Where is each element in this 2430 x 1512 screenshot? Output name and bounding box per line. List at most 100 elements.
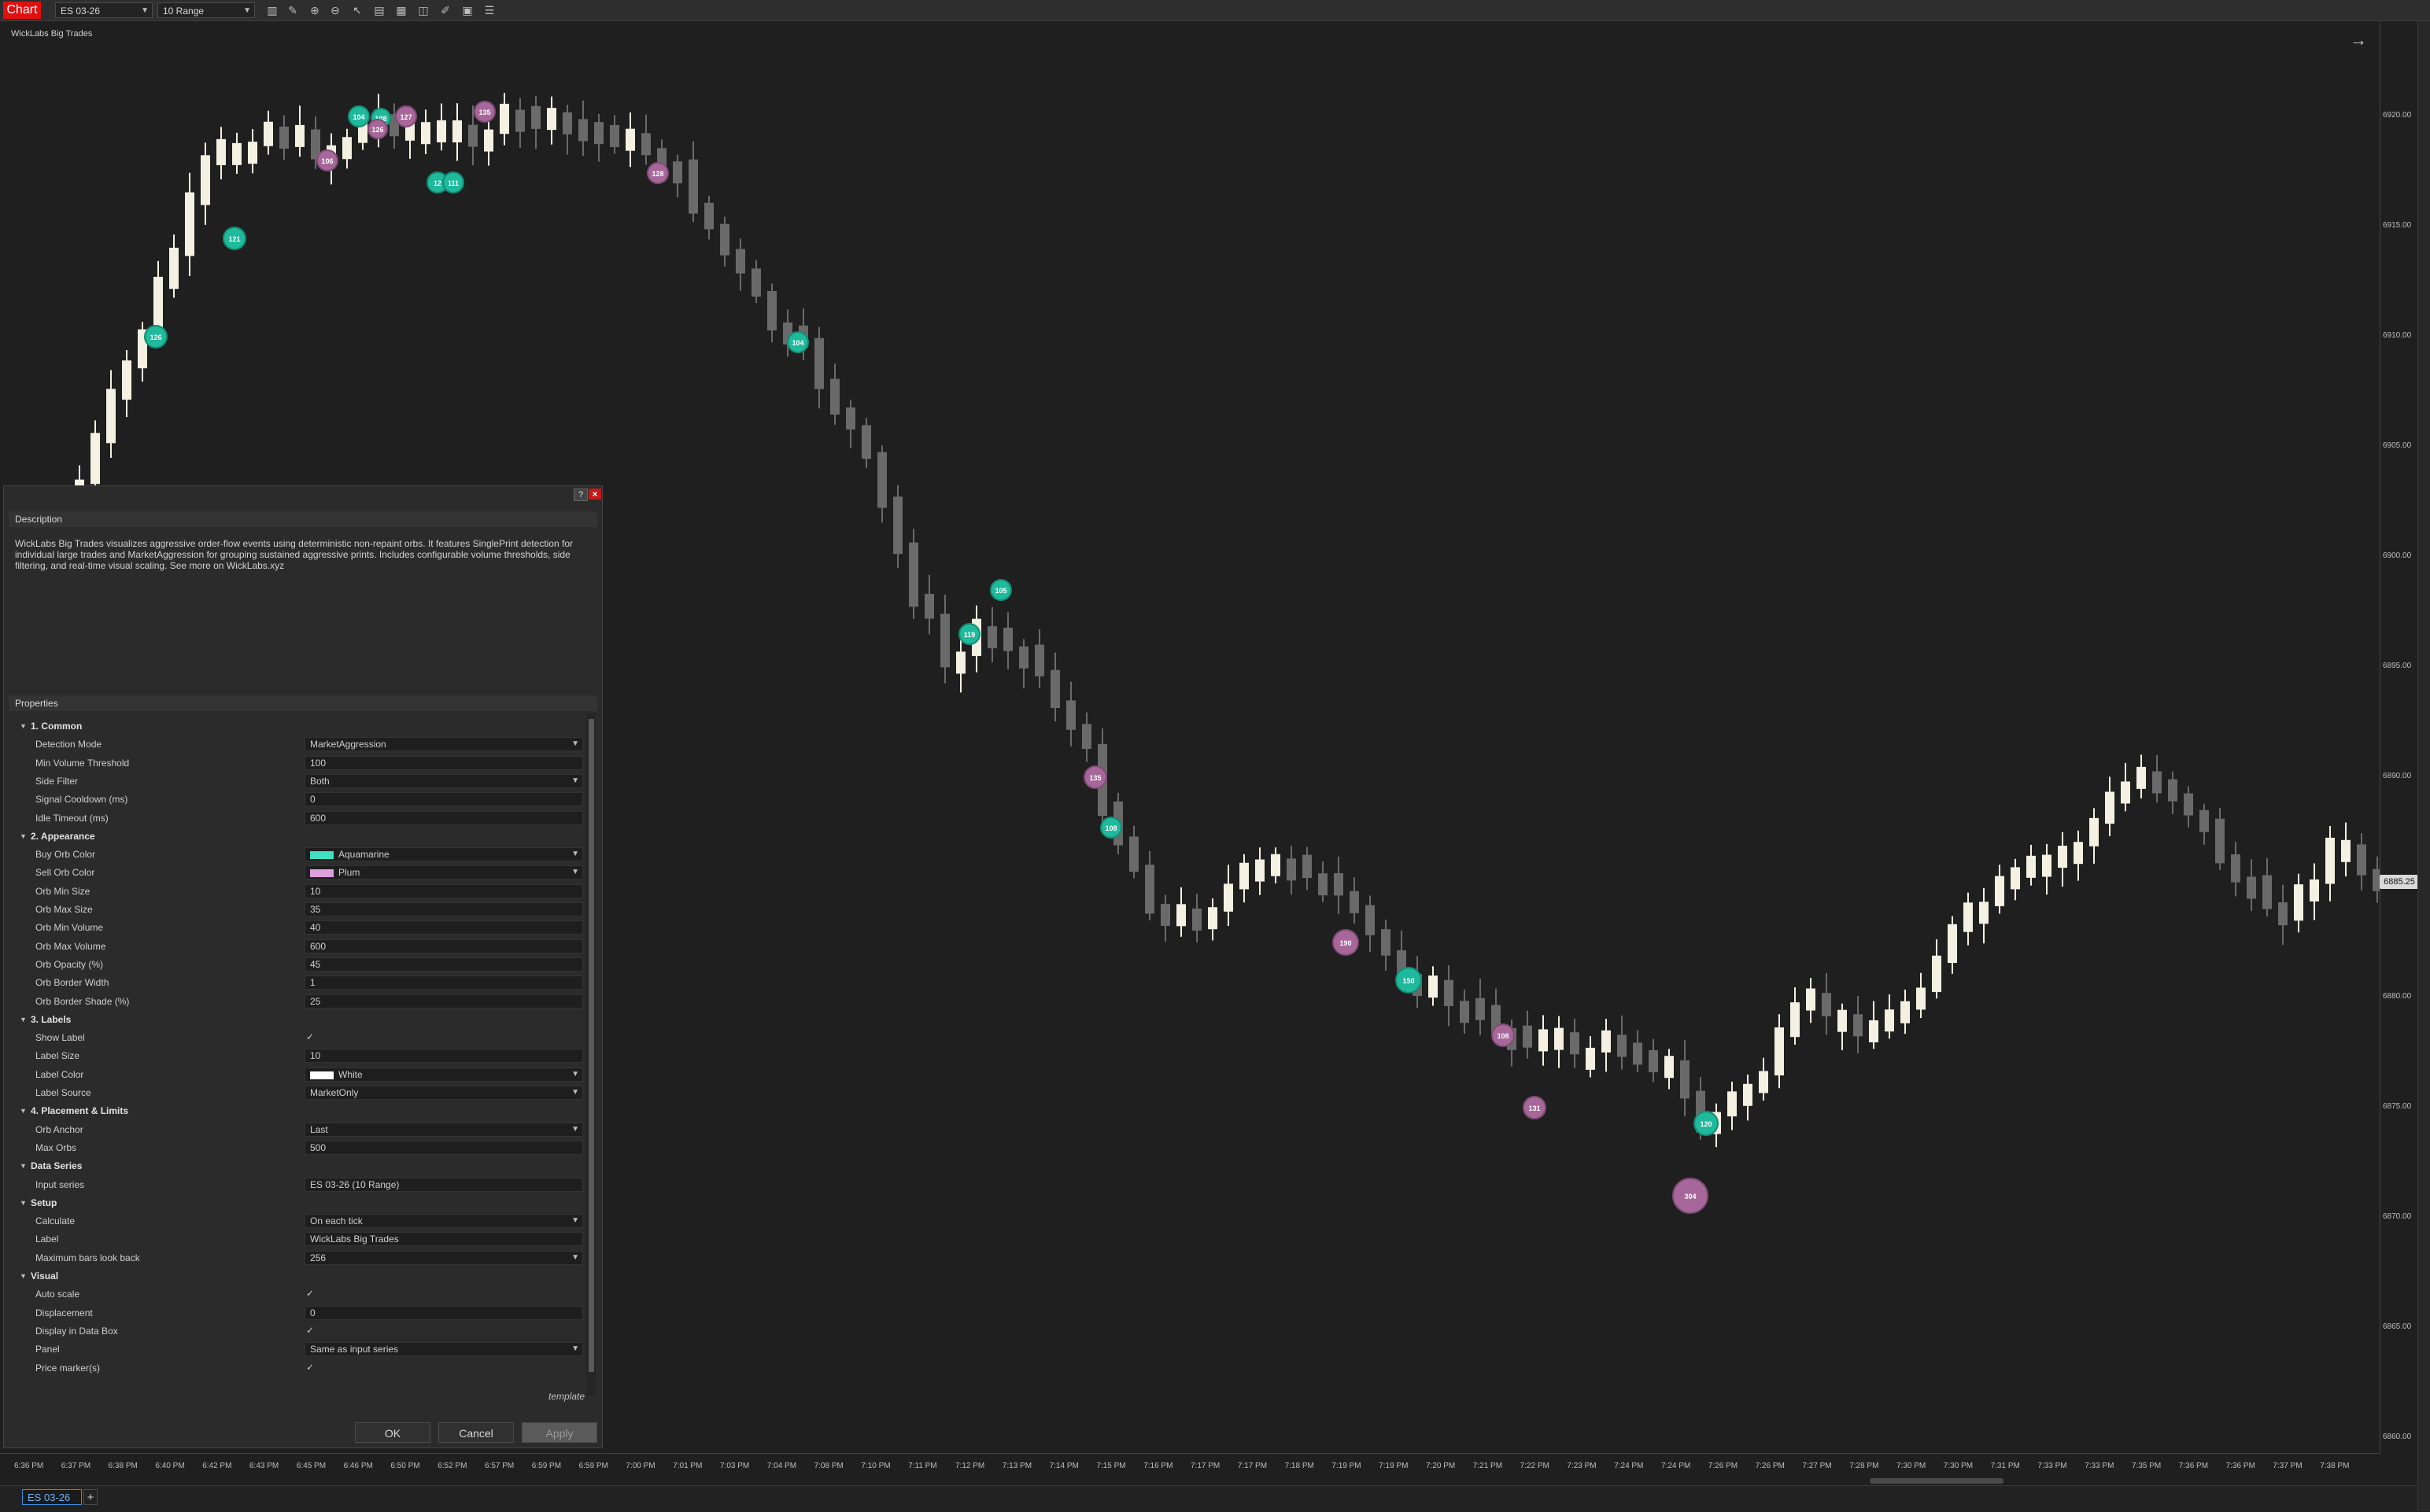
property-category[interactable]: ▼ Visual [10,1267,583,1285]
add-tab-button[interactable]: + [83,1489,98,1505]
candle [1586,1047,1595,1070]
collapse-icon[interactable]: ▼ [20,1011,27,1028]
price-label: 6910.00 [2383,331,2412,340]
close-icon[interactable]: × [589,489,601,500]
property-category[interactable]: ▼ 3. Labels [10,1011,583,1028]
time-label: 7:19 PM [1331,1462,1361,1470]
property-input[interactable]: 600 [305,810,583,825]
time-label: 7:24 PM [1614,1462,1644,1470]
collapse-icon[interactable]: ▼ [20,1267,27,1285]
series-tab[interactable]: ES 03-26 [22,1489,82,1505]
property-input[interactable]: 10 [305,1049,583,1064]
property-label: Max Orbs [35,1141,77,1153]
cancel-button[interactable]: Cancel [438,1422,514,1443]
apply-button[interactable]: Apply [522,1422,597,1443]
candle [1932,955,1941,993]
candle [877,452,887,508]
time-label: 6:52 PM [438,1462,467,1470]
collapse-icon[interactable]: ▼ [20,1102,27,1119]
candle [201,155,210,205]
collapse-icon[interactable]: ▼ [20,717,27,735]
property-dropdown[interactable]: MarketAggression ▼ [305,737,583,752]
candle [1617,1034,1627,1057]
property-row: Label WickLabs Big Trades [10,1230,583,1248]
arrow-right-icon[interactable]: → [2350,30,2367,50]
candle [1129,836,1139,872]
property-dropdown[interactable]: Last ▼ [305,1122,583,1137]
property-input[interactable]: 1 [305,975,583,990]
property-input[interactable]: 10 [305,883,583,898]
orb-label: 120 [1700,1120,1712,1128]
candle [1523,1025,1532,1048]
time-label: 7:16 PM [1143,1462,1173,1470]
time-label: 7:08 PM [814,1462,844,1470]
property-checkbox[interactable]: ✓ [305,1361,316,1375]
price-label: 6875.00 [2383,1102,2412,1111]
template-link[interactable]: template [548,1391,585,1402]
ok-button[interactable]: OK [355,1422,430,1443]
property-row: Orb Min Size 10 [10,883,583,900]
candle [1192,908,1202,931]
collapse-icon[interactable]: ▼ [20,1157,27,1175]
property-checkbox[interactable]: ✓ [305,1031,316,1045]
property-input[interactable]: 35 [305,902,583,916]
time-label: 7:27 PM [1802,1462,1832,1470]
property-category[interactable]: ▼ 1. Common [10,717,583,735]
property-dropdown[interactable]: White ▼ [305,1067,583,1082]
property-dropdown[interactable]: 256 ▼ [305,1250,583,1265]
candle [940,614,950,668]
property-dropdown[interactable]: MarketOnly ▼ [305,1086,583,1100]
candle [2310,879,2319,902]
property-input[interactable]: 0 [305,792,583,807]
property-checkbox[interactable]: ✓ [305,1287,316,1301]
horizontal-scrollbar[interactable] [1870,1478,2003,1484]
candle [2278,902,2288,926]
orb-label: 105 [995,587,1006,595]
property-input[interactable]: 600 [305,939,583,953]
collapse-icon[interactable]: ▼ [20,1194,27,1211]
time-label: 7:31 PM [1990,1462,2020,1470]
orb-label: 126 [371,126,383,134]
candle [1633,1042,1642,1065]
property-row: Idle Timeout (ms) 600 [10,809,583,827]
properties-scroll-thumb[interactable] [589,719,594,1372]
time-label: 7:19 PM [1379,1462,1409,1470]
property-label: Input series [35,1178,85,1190]
property-category[interactable]: ▼ Setup [10,1194,583,1211]
property-category[interactable]: ▼ 4. Placement & Limits [10,1102,583,1119]
property-input[interactable]: ES 03-26 (10 Range) [305,1177,583,1192]
property-dropdown[interactable]: Aquamarine ▼ [305,847,583,862]
property-input[interactable]: 45 [305,957,583,972]
color-swatch [310,1071,334,1079]
time-label: 6:37 PM [61,1462,91,1470]
property-dropdown[interactable]: On each tick ▼ [305,1214,583,1229]
time-label: 7:04 PM [766,1462,797,1470]
price-axis[interactable] [2380,21,2418,1453]
candle [1790,1002,1800,1038]
property-row: Buy Orb Color Aquamarine ▼ [10,846,583,863]
category-label: 3. Labels [31,1013,72,1025]
property-category[interactable]: ▼ Data Series [10,1157,583,1175]
property-dropdown[interactable]: Both ▼ [305,773,583,788]
collapse-icon[interactable]: ▼ [20,828,27,845]
property-checkbox[interactable]: ✓ [305,1324,316,1338]
candle [1255,859,1265,882]
property-input[interactable]: 40 [305,920,583,935]
candle [689,159,698,214]
property-input[interactable]: 500 [305,1140,583,1155]
property-input[interactable]: 0 [305,1305,583,1320]
property-label: Label Source [35,1087,91,1098]
property-dropdown[interactable]: Plum ▼ [305,865,583,880]
property-input[interactable]: WickLabs Big Trades [305,1232,583,1247]
candle [641,133,651,156]
property-row: Max Orbs 500 [10,1139,583,1156]
property-input[interactable]: 25 [305,994,583,1009]
chevron-down-icon: ▼ [571,1069,579,1079]
candle [1035,644,1044,677]
property-category[interactable]: ▼ 2. Appearance [10,828,583,845]
candle [814,337,824,389]
property-dropdown[interactable]: Same as input series ▼ [305,1342,583,1357]
help-icon[interactable]: ? [574,489,588,501]
property-label: Orb Min Volume [35,922,104,934]
property-input[interactable]: 100 [305,755,583,770]
